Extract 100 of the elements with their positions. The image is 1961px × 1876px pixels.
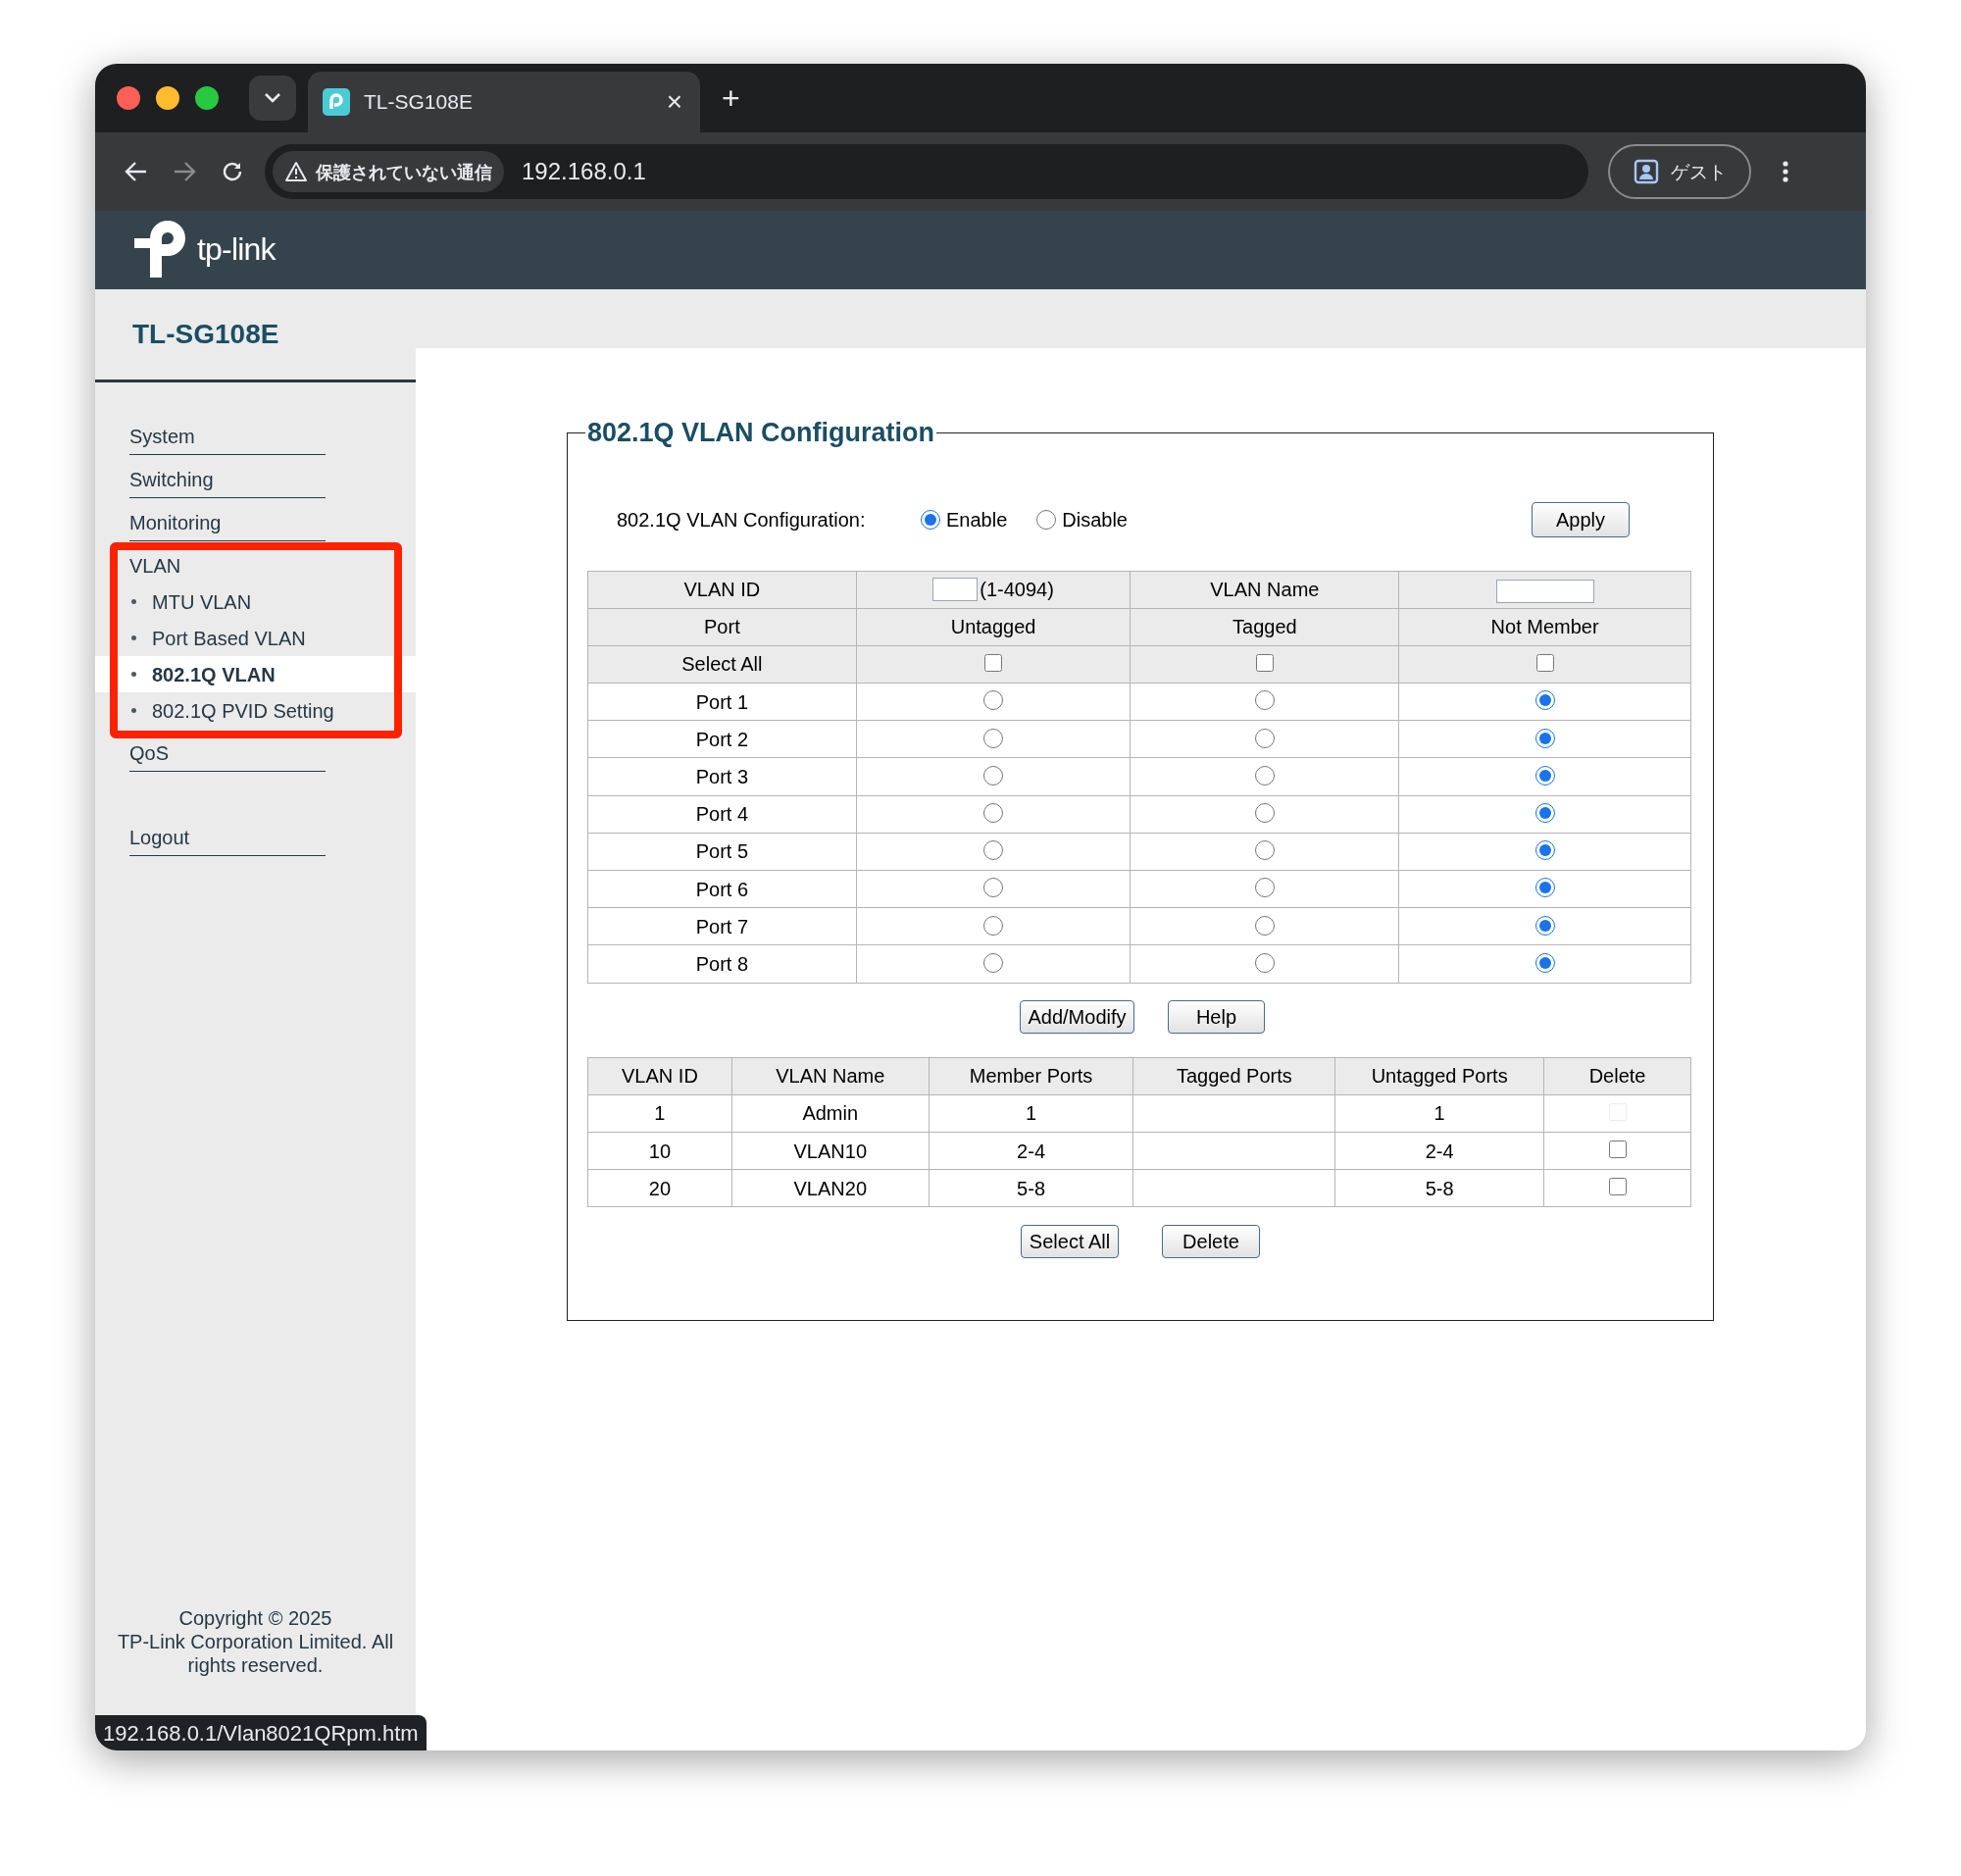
submenu-item[interactable]: 802.1Q PVID Setting [152,695,334,726]
radio-button[interactable] [1534,802,1555,823]
row-label: Port 2 [695,728,749,750]
radio-button[interactable] [983,840,1004,861]
device-title: TL-SG108E [132,318,279,351]
option-label: Enable [946,507,1008,532]
row-label: Port 3 [695,766,749,788]
radio-button[interactable] [983,802,1004,823]
radio-button[interactable] [983,690,1004,711]
checkbox[interactable] [1255,654,1274,673]
checkbox[interactable] [1608,1178,1627,1196]
tab-title: TL-SG108E [364,89,473,116]
menu-item[interactable]: Monitoring [129,498,326,541]
radio-button[interactable] [983,952,1004,973]
cell-text: 10 [648,1140,672,1162]
menu-item[interactable]: Logout [129,813,326,856]
radio-button[interactable] [1254,802,1275,823]
radio-button[interactable] [921,509,940,530]
radio-button[interactable] [1534,728,1555,748]
radio-button[interactable] [1254,878,1275,898]
range-hint: (1-4094) [980,578,1054,603]
row-label: Port 5 [695,840,749,863]
radio-button[interactable] [1534,952,1555,973]
action-button[interactable]: Add/Modify [1020,999,1134,1034]
row-label: Port 4 [695,803,749,826]
chevron-down-icon [264,92,281,104]
radio-button[interactable] [1254,728,1275,748]
field-label: VLAN ID [683,579,761,601]
cell-text: 5-8 [1425,1177,1454,1199]
panel-title: 802.1Q VLAN Configuration [586,417,936,449]
radio-button[interactable] [1254,765,1275,786]
maximize-window-control[interactable] [195,86,219,110]
menu-item[interactable]: VLAN [129,541,326,583]
close-window-control[interactable] [117,86,140,110]
vlan-name-input[interactable] [1495,579,1594,603]
radio-button[interactable] [1534,690,1555,711]
security-warning: 保護されていない通信 [316,160,492,184]
forward-icon[interactable] [173,161,196,182]
menu-item[interactable]: System [129,412,326,455]
checkbox[interactable] [1608,1141,1627,1159]
status-url-tooltip: 192.168.0.1/Vlan8021QRpm.htm [95,1715,427,1750]
column-header: Untagged Ports [1371,1065,1508,1088]
minimize-window-control[interactable] [156,86,179,110]
cell-text: 2-4 [1017,1140,1045,1162]
bullet-icon [131,672,136,677]
cell-text: 2-4 [1425,1140,1454,1162]
radio-button[interactable] [1254,690,1275,711]
warning-icon [284,161,308,182]
action-button[interactable]: Help [1168,999,1265,1034]
cell-text: VLAN10 [793,1140,867,1162]
menu-item[interactable]: QoS [129,729,326,772]
radio-button[interactable] [1534,840,1555,861]
bullet-icon [131,708,136,713]
radio-button[interactable] [983,765,1004,786]
apply-button[interactable]: Apply [1532,501,1630,537]
menu-item[interactable]: Switching [129,455,326,498]
reload-icon[interactable] [222,161,243,182]
person-icon [1633,159,1659,184]
radio-button[interactable] [1036,509,1057,530]
cell-text: Admin [802,1102,859,1125]
submenu-item[interactable]: MTU VLAN [152,586,252,617]
column-header: VLAN Name [776,1065,885,1088]
security-chip[interactable]: 保護されていない通信 [273,151,504,192]
back-icon[interactable] [125,161,148,182]
bullet-icon [131,635,136,640]
action-button[interactable]: Select All [1021,1225,1119,1259]
radio-button[interactable] [1534,915,1555,936]
radio-button[interactable] [1254,915,1275,936]
radio-button[interactable] [983,878,1004,898]
cell-text: 5-8 [1017,1177,1045,1199]
address-bar[interactable]: 保護されていない通信 192.168.0.1 [265,144,1588,199]
column-header: Port [704,616,740,638]
menu-icon[interactable] [1783,161,1788,182]
checkbox[interactable] [984,654,1003,673]
bullet-icon [131,599,136,604]
profile-button[interactable]: ゲスト [1608,144,1751,199]
radio-button[interactable] [1254,840,1275,861]
row-label: Port 6 [695,878,749,900]
new-tab-button[interactable]: + [722,82,740,114]
column-header: Tagged [1232,616,1297,638]
radio-button[interactable] [983,915,1004,936]
checkbox[interactable] [1535,654,1554,673]
vlan-id-input[interactable] [932,578,979,602]
submenu-item[interactable]: Port Based VLAN [152,623,306,653]
radio-button[interactable] [1534,765,1555,786]
cell-text: 20 [648,1177,672,1199]
close-tab-button[interactable]: × [666,88,682,116]
row-label: Port 8 [695,952,749,975]
radio-button[interactable] [1254,952,1275,973]
radio-button[interactable] [1534,878,1555,898]
copyright-text: Copyright © 2025 TP-Link Corporation Limited. All rights reserved. [116,1606,395,1677]
option-label: Disable [1062,507,1128,532]
row-label: Select All [681,653,763,676]
browser-tab[interactable]: TL-SG108E × [308,72,700,132]
cell-text: 1 [1026,1102,1037,1125]
logo-text: tp-link [197,230,276,269]
tab-list-button[interactable] [249,76,296,121]
radio-button[interactable] [983,728,1004,748]
cell-text: 1 [654,1102,666,1125]
action-button[interactable]: Delete [1162,1225,1260,1259]
